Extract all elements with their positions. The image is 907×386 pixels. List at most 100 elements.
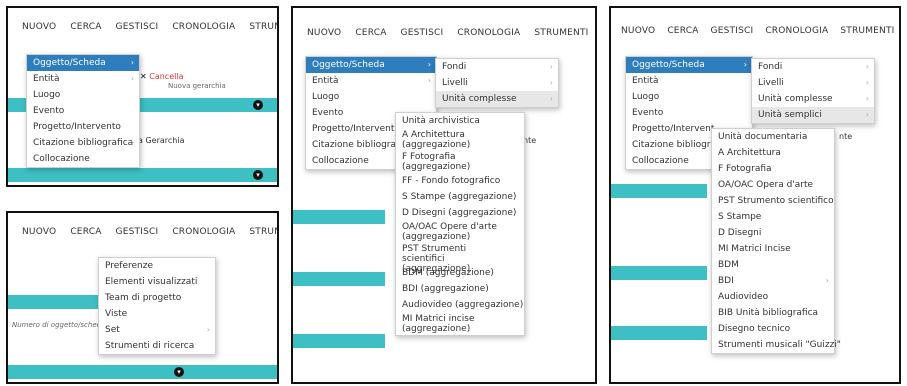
- chevron-right-icon: ›: [206, 325, 210, 334]
- item-disegni[interactable]: D Disegni (aggregazione): [396, 205, 524, 221]
- expand-icon-2[interactable]: ▾: [253, 170, 263, 180]
- side-text: nte: [839, 132, 853, 141]
- cancel-link[interactable]: ✕ Cancella: [140, 72, 183, 81]
- menu-item-preferenze[interactable]: Preferenze: [99, 258, 215, 274]
- submenu-item-unita-complesse[interactable]: Unità complesse ›: [752, 91, 874, 107]
- menu-item-evento[interactable]: Evento: [27, 103, 139, 119]
- menu-item-set[interactable]: Set ›: [99, 322, 215, 338]
- item-stampe[interactable]: S Stampe: [712, 209, 834, 225]
- item-bdi[interactable]: BDI (aggregazione): [396, 281, 524, 297]
- submenu-item-fondi[interactable]: Fondi ›: [436, 59, 558, 75]
- menu-item-collocazione[interactable]: Collocazione: [27, 151, 139, 167]
- item-fondo-fotografico[interactable]: FF - Fondo fotografico: [396, 173, 524, 189]
- menu-item-oggetto-scheda[interactable]: Oggetto/Scheda ›: [626, 57, 752, 73]
- item-matrici-incise[interactable]: MI Matrici Incise: [712, 241, 834, 257]
- menu-item-strumenti-ricerca[interactable]: Strumenti di ricerca: [99, 338, 215, 354]
- menu-item-team[interactable]: Team di progetto: [99, 290, 215, 306]
- chevron-right-icon: ›: [825, 276, 829, 285]
- menu-cerca[interactable]: CERCA: [355, 28, 386, 38]
- chevron-right-icon: ›: [549, 94, 553, 103]
- item-stampe[interactable]: S Stampe (aggregazione): [396, 189, 524, 205]
- menu-nuovo[interactable]: NUOVO: [22, 227, 56, 237]
- menu-nuovo[interactable]: NUOVO: [22, 22, 56, 32]
- item-opera-arte[interactable]: OA/OAC Opera d'arte: [712, 177, 834, 193]
- item-fotografia[interactable]: F Fotografia: [712, 161, 834, 177]
- item-unita-bibliografica[interactable]: BIB Unità bibliografica: [712, 305, 834, 321]
- menu-cerca[interactable]: CERCA: [667, 26, 698, 36]
- item-unita-documentaria[interactable]: Unità documentaria: [712, 129, 834, 145]
- menu-strumenti[interactable]: STRUMENTI: [840, 26, 894, 36]
- submenu-item-unita-complesse[interactable]: Unità complesse ›: [436, 91, 558, 107]
- oggetto-submenu: Fondi › Livelli › Unità complesse › Unità s…: [751, 58, 875, 124]
- menu-gestisci[interactable]: GESTISCI: [116, 227, 159, 237]
- menu-item-progetto[interactable]: Progetto/Intervento: [27, 119, 139, 135]
- menu-nuovo[interactable]: NUOVO: [621, 26, 655, 36]
- item-fotografia[interactable]: F Fotografia (aggregazione): [396, 151, 524, 173]
- item-audiovideo[interactable]: Audiovideo (aggregazione): [396, 297, 524, 313]
- unita-complesse-submenu: Unità archivistica A Architettura (aggre…: [395, 112, 525, 336]
- menu-cronologia[interactable]: CRONOLOGIA: [172, 227, 235, 237]
- menu-gestisci[interactable]: GESTISCI: [711, 26, 754, 36]
- menu-cronologia[interactable]: CRONOLOGIA: [457, 28, 520, 38]
- menu-cerca[interactable]: CERCA: [70, 227, 101, 237]
- expand-icon[interactable]: ▾: [174, 367, 184, 377]
- menu-cronologia[interactable]: CRONOLOGIA: [765, 26, 828, 36]
- chevron-right-icon: ›: [865, 94, 869, 103]
- item-bdi[interactable]: BDI ›: [712, 273, 834, 289]
- chevron-right-icon: ›: [865, 78, 869, 87]
- menu-item-entita[interactable]: Entità ›: [306, 73, 436, 89]
- search-hint: Numero di oggetto/scheda a: [12, 321, 112, 329]
- item-disegno-tecnico[interactable]: Disegno tecnico: [712, 321, 834, 337]
- expand-icon[interactable]: ▾: [253, 100, 263, 110]
- menu-item-entita[interactable]: Entità ›: [27, 71, 139, 87]
- item-bdm[interactable]: BDM: [712, 257, 834, 273]
- cancel-label: Cancella: [149, 72, 184, 81]
- row-bar-3: [611, 326, 707, 340]
- item-unita-archivistica[interactable]: Unità archivistica: [396, 113, 524, 129]
- oggetto-submenu: Fondi › Livelli › Unità complesse ›: [435, 58, 559, 108]
- item-audiovideo[interactable]: Audiovideo: [712, 289, 834, 305]
- menu-strumenti[interactable]: STRUMENTI: [249, 22, 277, 32]
- item-architettura[interactable]: A Architettura: [712, 145, 834, 161]
- menu-gestisci[interactable]: GESTISCI: [116, 22, 159, 32]
- nuovo-dropdown: Oggetto/Scheda › Entità › Luogo Evento Pro…: [26, 54, 140, 168]
- menu-item-luogo[interactable]: Luogo: [306, 89, 436, 105]
- submenu-item-unita-semplici[interactable]: Unità semplici ›: [752, 107, 874, 123]
- menu-item-luogo[interactable]: Luogo: [626, 89, 752, 105]
- panel-gestisci-menu: NUOVO CERCA GESTISCI CRONOLOGIA STRUMENT…: [6, 211, 279, 384]
- menu-nuovo[interactable]: NUOVO: [307, 28, 341, 38]
- menu-item-luogo[interactable]: Luogo: [27, 87, 139, 103]
- item-strumento-scientifico[interactable]: PST Strumento scientifico: [712, 193, 834, 209]
- menu-item-elementi[interactable]: Elementi visualizzati: [99, 274, 215, 290]
- item-strumenti-scientifici[interactable]: PST Strumenti scientifici (aggregazione): [396, 243, 524, 274]
- item-architettura[interactable]: A Architettura (aggregazione): [396, 129, 524, 151]
- menu-item-oggetto-scheda[interactable]: Oggetto/Scheda ›: [27, 55, 139, 71]
- item-opere-arte[interactable]: OA/OAC Opere d'arte (aggregazione): [396, 221, 524, 243]
- menu-cronologia[interactable]: CRONOLOGIA: [172, 22, 235, 32]
- item-bdm[interactable]: BDM (aggregazione): [396, 265, 524, 281]
- menubar: NUOVO CERCA GESTISCI CRONOLOGIA STRUMENT…: [8, 213, 277, 251]
- menu-strumenti[interactable]: STRUMENTI: [534, 28, 588, 38]
- submenu-item-fondi[interactable]: Fondi ›: [752, 59, 874, 75]
- menubar: NUOVO CERCA GESTISCI CRONOLOGIA STRUMENT…: [8, 8, 277, 46]
- hierarchy-label: a Gerarchia: [138, 136, 185, 145]
- menu-gestisci[interactable]: GESTISCI: [401, 28, 444, 38]
- menu-item-evento[interactable]: Evento: [626, 105, 752, 121]
- menu-item-viste[interactable]: Viste: [99, 306, 215, 322]
- chevron-right-icon: ›: [549, 62, 553, 71]
- row-bar-2: [293, 272, 385, 286]
- menu-strumenti[interactable]: STRUMENTI: [249, 227, 277, 237]
- item-disegni[interactable]: D Disegni: [712, 225, 834, 241]
- new-hierarchy-hint: Nuova gerarchia: [168, 82, 226, 90]
- menu-cerca[interactable]: CERCA: [70, 22, 101, 32]
- submenu-item-livelli[interactable]: Livelli ›: [752, 75, 874, 91]
- menu-item-citazione[interactable]: Citazione bibliografica ›: [27, 135, 139, 151]
- item-matrici-incise[interactable]: MI Matrici incise (aggregazione): [396, 313, 524, 335]
- menu-item-entita[interactable]: Entità: [626, 73, 752, 89]
- chevron-right-icon: ›: [865, 62, 869, 71]
- panel-unita-semplici: NUOVO CERCA GESTISCI CRONOLOGIA STRUMENT…: [609, 6, 901, 384]
- item-strumenti-musicali[interactable]: Strumenti musicali "Guizzi": [712, 337, 841, 353]
- menu-item-oggetto-scheda[interactable]: Oggetto/Scheda ›: [306, 57, 436, 73]
- submenu-item-livelli[interactable]: Livelli ›: [436, 75, 558, 91]
- chevron-right-icon: ›: [549, 78, 553, 87]
